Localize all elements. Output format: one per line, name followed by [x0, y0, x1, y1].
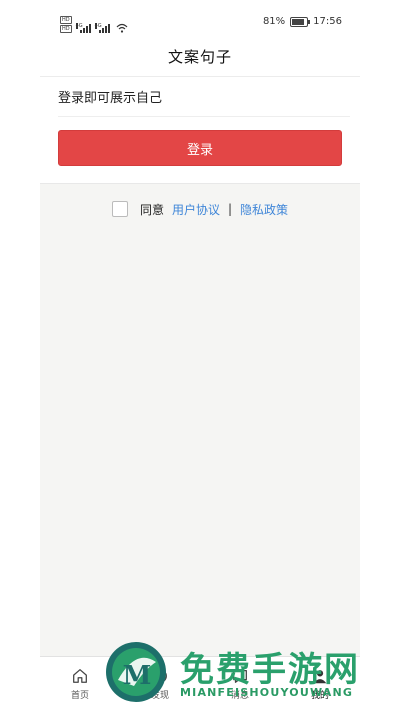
link-separator: | — [227, 202, 233, 216]
battery-icon — [290, 16, 311, 27]
signal-icon: 4G — [75, 23, 91, 33]
title-bar: 文案句子 — [40, 36, 360, 77]
login-prompt[interactable]: 登录即可展示自己 — [58, 87, 350, 117]
login-button[interactable]: 登录 — [58, 130, 342, 166]
watermark-logo-letter: M — [123, 661, 152, 691]
watermark-logo: M — [106, 642, 166, 702]
wifi-icon — [116, 23, 128, 33]
clock: 17:56 — [313, 16, 342, 27]
tab-home-label: 首页 — [70, 691, 89, 701]
phone-screen: HD HD 4G 4G 81% 17:56 文案句子 登录即可展示自己 登录 同… — [40, 10, 360, 711]
agree-label: 同意 — [139, 202, 164, 217]
page-title: 文案句子 — [167, 47, 232, 66]
network-type-2: 4G — [94, 23, 102, 29]
network-type-1: 4G — [75, 23, 83, 29]
status-bar: HD HD 4G 4G 81% 17:56 — [40, 10, 360, 36]
watermark-title: 免费手游网 — [180, 650, 360, 690]
status-left: HD HD 4G 4G — [60, 16, 128, 33]
agreement-row: 同意 用户协议 | 隐私政策 — [40, 199, 360, 219]
sim2-badge: HD — [60, 25, 72, 33]
watermark: M 免费手游网 MIANFEISHOUYOUWANG — [104, 640, 394, 706]
status-right: 81% 17:56 — [263, 16, 342, 27]
home-icon — [73, 669, 87, 683]
signal-icon-2: 4G — [94, 23, 110, 33]
watermark-subtitle: MIANFEISHOUYOUWANG — [180, 686, 354, 699]
sim-indicators: HD HD — [60, 16, 72, 33]
sim1-badge: HD — [60, 16, 72, 24]
login-section: 登录即可展示自己 登录 — [40, 77, 360, 184]
user-agreement-link[interactable]: 用户协议 — [172, 201, 220, 218]
agree-checkbox[interactable] — [111, 201, 128, 217]
battery-percent: 81% — [262, 16, 286, 27]
privacy-policy-link[interactable]: 隐私政策 — [240, 201, 288, 218]
